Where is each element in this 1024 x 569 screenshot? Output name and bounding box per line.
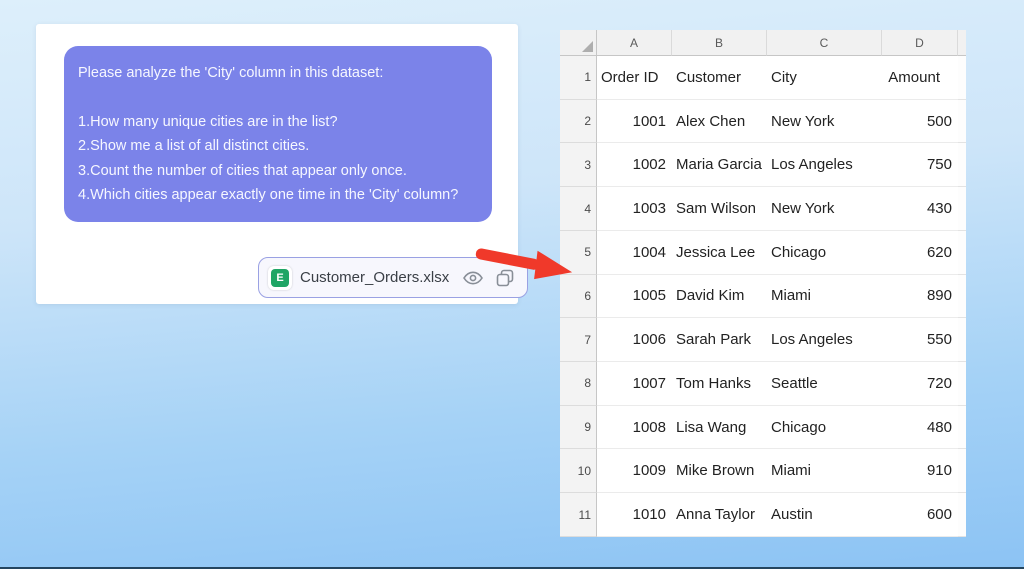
bubble-line: 3.Count the number of cities that appear… <box>78 159 474 184</box>
row-number[interactable]: 1 <box>560 56 597 100</box>
attachment-filename: Customer_Orders.xlsx <box>300 269 453 286</box>
data-cell[interactable]: 1009 <box>597 449 672 493</box>
data-cell[interactable]: Sarah Park <box>672 318 767 362</box>
row-number[interactable]: 3 <box>560 143 597 187</box>
data-cell[interactable]: 1001 <box>597 100 672 144</box>
data-cell[interactable]: 500 <box>882 100 958 144</box>
field-header-cell[interactable]: City <box>767 56 882 100</box>
data-cell[interactable]: 600 <box>882 493 958 537</box>
red-arrow-icon <box>468 238 588 294</box>
data-cell[interactable]: David Kim <box>672 275 767 319</box>
column-header-sliver <box>958 30 966 56</box>
row-sliver <box>958 187 966 231</box>
column-header-A[interactable]: A <box>597 30 672 56</box>
select-all-corner[interactable] <box>560 30 597 56</box>
data-cell[interactable]: Jessica Lee <box>672 231 767 275</box>
data-cell[interactable]: 1005 <box>597 275 672 319</box>
row-sliver <box>958 406 966 450</box>
data-cell[interactable]: 1006 <box>597 318 672 362</box>
row-sliver <box>958 318 966 362</box>
data-cell[interactable]: 890 <box>882 275 958 319</box>
data-cell[interactable]: Miami <box>767 449 882 493</box>
data-cell[interactable]: Los Angeles <box>767 318 882 362</box>
row-number[interactable]: 10 <box>560 449 597 493</box>
data-cell[interactable]: Maria Garcia <box>672 143 767 187</box>
data-cell[interactable]: Los Angeles <box>767 143 882 187</box>
bubble-line: Please analyze the 'City' column in this… <box>78 61 474 86</box>
data-cell[interactable]: New York <box>767 100 882 144</box>
row-sliver <box>958 56 966 100</box>
bubble-line: 2.Show me a list of all distinct cities. <box>78 134 474 159</box>
row-sliver <box>958 449 966 493</box>
data-cell[interactable]: 480 <box>882 406 958 450</box>
bubble-line: 4.Which cities appear exactly one time i… <box>78 183 474 208</box>
spreadsheet: ABCD 1Order IDCustomerCityAmount 21001Alex… <box>560 30 966 537</box>
data-cell[interactable]: 1004 <box>597 231 672 275</box>
data-cell[interactable]: Lisa Wang <box>672 406 767 450</box>
data-cell[interactable]: Tom Hanks <box>672 362 767 406</box>
data-cell[interactable]: Chicago <box>767 231 882 275</box>
bubble-line: 1.How many unique cities are in the list… <box>78 110 474 135</box>
row-sliver <box>958 143 966 187</box>
chat-card: Please analyze the 'City' column in this… <box>36 24 518 304</box>
excel-file-glyph: E <box>271 269 289 287</box>
row-number[interactable]: 4 <box>560 187 597 231</box>
column-header-B[interactable]: B <box>672 30 767 56</box>
column-header-C[interactable]: C <box>767 30 882 56</box>
data-cell[interactable]: 1008 <box>597 406 672 450</box>
row-sliver <box>958 231 966 275</box>
data-cell[interactable]: 1010 <box>597 493 672 537</box>
data-cell[interactable]: 1007 <box>597 362 672 406</box>
row-number[interactable]: 7 <box>560 318 597 362</box>
chat-bubble: Please analyze the 'City' column in this… <box>64 46 492 222</box>
field-header-cell[interactable]: Order ID <box>597 56 672 100</box>
row-sliver <box>958 493 966 537</box>
data-cell[interactable]: Austin <box>767 493 882 537</box>
excel-file-icon: E <box>268 266 292 290</box>
data-cell[interactable]: Miami <box>767 275 882 319</box>
data-cell[interactable]: 750 <box>882 143 958 187</box>
data-cell[interactable]: Seattle <box>767 362 882 406</box>
data-cell[interactable]: 550 <box>882 318 958 362</box>
data-cell[interactable]: Mike Brown <box>672 449 767 493</box>
data-cell[interactable]: Sam Wilson <box>672 187 767 231</box>
data-cell[interactable]: Chicago <box>767 406 882 450</box>
row-number[interactable]: 8 <box>560 362 597 406</box>
column-header-D[interactable]: D <box>882 30 958 56</box>
data-cell[interactable]: 910 <box>882 449 958 493</box>
row-sliver <box>958 100 966 144</box>
field-header-cell[interactable]: Amount <box>882 56 958 100</box>
row-sliver <box>958 275 966 319</box>
data-cell[interactable]: Anna Taylor <box>672 493 767 537</box>
data-cell[interactable]: Alex Chen <box>672 100 767 144</box>
data-cell[interactable]: 620 <box>882 231 958 275</box>
data-cell[interactable]: 1003 <box>597 187 672 231</box>
field-header-cell[interactable]: Customer <box>672 56 767 100</box>
row-number[interactable]: 2 <box>560 100 597 144</box>
row-number[interactable]: 11 <box>560 493 597 537</box>
data-cell[interactable]: 720 <box>882 362 958 406</box>
data-cell[interactable]: 430 <box>882 187 958 231</box>
row-number[interactable]: 9 <box>560 406 597 450</box>
row-sliver <box>958 362 966 406</box>
data-cell[interactable]: 1002 <box>597 143 672 187</box>
data-cell[interactable]: New York <box>767 187 882 231</box>
